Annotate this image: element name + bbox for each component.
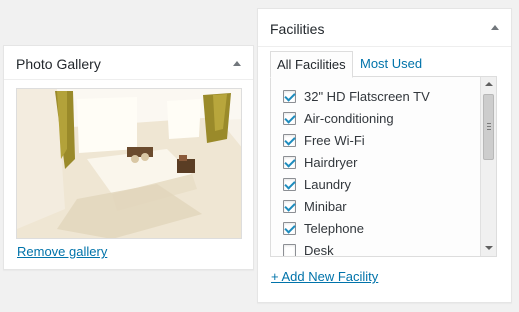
collapse-arrow-icon[interactable] bbox=[491, 25, 499, 30]
checkbox-checked[interactable] bbox=[283, 89, 296, 103]
checkbox-checked[interactable] bbox=[283, 199, 296, 213]
room-photo-icon bbox=[17, 89, 241, 238]
facility-label: Air-conditioning bbox=[304, 110, 394, 126]
photo-gallery-box: Photo Gallery Remove gallery bbox=[3, 45, 254, 270]
scroll-down-icon[interactable] bbox=[485, 246, 493, 250]
list-item[interactable]: Minibar bbox=[283, 196, 347, 216]
list-item[interactable]: Air-conditioning bbox=[283, 108, 394, 128]
checkbox-checked[interactable] bbox=[283, 221, 296, 235]
checkbox-checked[interactable] bbox=[283, 111, 296, 125]
checkbox-checked[interactable] bbox=[283, 177, 296, 191]
facility-label: Desk bbox=[304, 242, 334, 257]
checkbox-checked[interactable] bbox=[283, 133, 296, 147]
scroll-thumb[interactable] bbox=[483, 94, 494, 160]
facilities-checklist: 32" HD Flatscreen TV Air-conditioning Fr… bbox=[270, 76, 497, 257]
grip-line bbox=[487, 126, 491, 127]
collapse-arrow-icon[interactable] bbox=[233, 61, 241, 66]
facility-label: Laundry bbox=[304, 176, 351, 192]
facilities-box: Facilities All Facilities Most Used 32" … bbox=[257, 8, 512, 303]
facility-label: Telephone bbox=[304, 220, 364, 236]
add-new-facility-link[interactable]: + Add New Facility bbox=[271, 269, 378, 284]
checkbox-unchecked[interactable] bbox=[283, 243, 296, 256]
scrollbar[interactable] bbox=[480, 77, 496, 256]
facility-label: Free Wi-Fi bbox=[304, 132, 365, 148]
facilities-tabs: All Facilities Most Used bbox=[270, 51, 502, 78]
tab-all-facilities[interactable]: All Facilities bbox=[270, 51, 353, 78]
facilities-title: Facilities bbox=[270, 21, 325, 37]
list-item[interactable]: Telephone bbox=[283, 218, 364, 238]
gallery-photo[interactable] bbox=[16, 88, 242, 239]
facility-label: Minibar bbox=[304, 198, 347, 214]
list-item[interactable]: Hairdryer bbox=[283, 152, 357, 172]
photo-gallery-title: Photo Gallery bbox=[16, 56, 101, 72]
remove-gallery-link[interactable]: Remove gallery bbox=[17, 244, 107, 259]
facilities-header[interactable]: Facilities bbox=[258, 9, 511, 47]
checkbox-checked[interactable] bbox=[283, 155, 296, 169]
scroll-up-icon[interactable] bbox=[485, 82, 493, 86]
tab-most-used[interactable]: Most Used bbox=[354, 51, 428, 78]
grip-line bbox=[487, 123, 491, 124]
grip-line bbox=[487, 129, 491, 130]
list-item[interactable]: Laundry bbox=[283, 174, 351, 194]
facility-label: 32" HD Flatscreen TV bbox=[304, 88, 430, 104]
list-item[interactable]: Free Wi-Fi bbox=[283, 130, 365, 150]
list-item[interactable]: 32" HD Flatscreen TV bbox=[283, 86, 430, 106]
photo-gallery-header[interactable]: Photo Gallery bbox=[4, 46, 253, 80]
facility-label: Hairdryer bbox=[304, 154, 358, 170]
list-item[interactable]: Desk bbox=[283, 240, 334, 257]
